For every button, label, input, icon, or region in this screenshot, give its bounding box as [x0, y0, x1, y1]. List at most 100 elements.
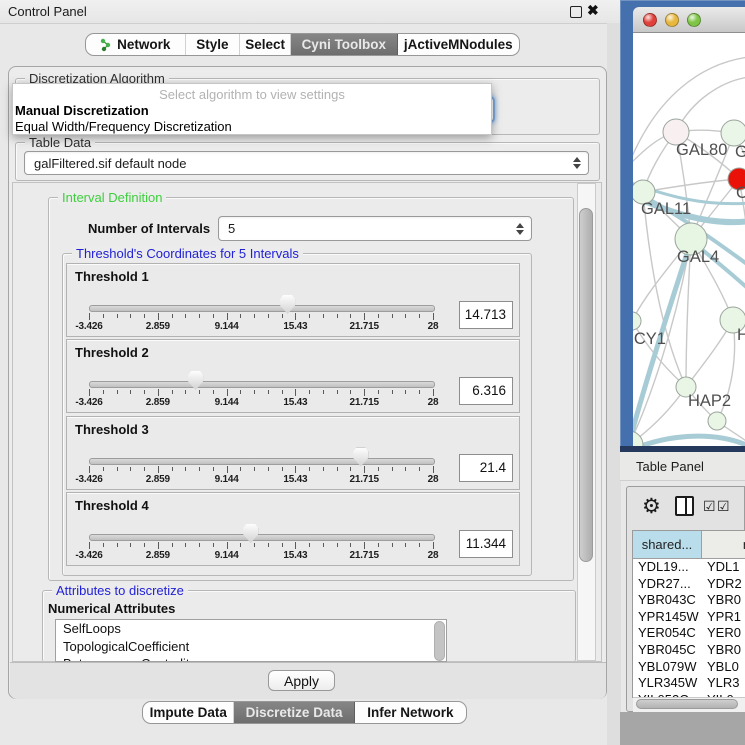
attribute-list-item[interactable]: TopologicalCoefficient [56, 638, 446, 656]
network-graph[interactable]: GAL80GACGAL11GAL4GCY1HHAP2 [633, 33, 745, 446]
numerical-attributes-list[interactable]: SelfLoopsTopologicalCoefficientBetweenne… [55, 619, 447, 662]
thresholds-group-title: Threshold's Coordinates for 5 Intervals [72, 246, 303, 261]
slider-tick [392, 467, 393, 471]
slider-tick [103, 390, 104, 394]
slider-tick-label: 9.144 [215, 474, 239, 485]
slider-tick [378, 314, 379, 318]
algorithm-option[interactable]: Manual Discretization [13, 102, 491, 118]
attributes-list-scrollbar-thumb[interactable] [434, 621, 445, 661]
slider-tick [130, 543, 131, 547]
settings-scrollbar-thumb[interactable] [579, 208, 593, 562]
network-node-GCY1[interactable] [633, 312, 641, 330]
table-row[interactable]: YER054CYER0 [633, 625, 745, 642]
slider-tick [295, 389, 296, 396]
tab-impute-data[interactable]: Impute Data [143, 702, 234, 723]
slider-tick [282, 543, 283, 547]
table-cell: YER0 [702, 625, 745, 642]
attribute-list-item[interactable]: SelfLoops [56, 620, 446, 638]
gear-icon[interactable]: ⚙ [642, 494, 661, 519]
network-node-small-node[interactable] [708, 412, 726, 430]
network-canvas[interactable]: GAL80GACGAL11GAL4GCY1HHAP2 [633, 33, 745, 446]
tab-style[interactable]: Style [186, 34, 241, 55]
threshold-value-field[interactable]: 21.4 [459, 454, 513, 482]
threshold-value-field[interactable]: 6.316 [459, 377, 513, 405]
number-of-intervals-combobox[interactable]: 5 [218, 216, 532, 241]
slider-tick [350, 314, 351, 318]
slider-tick [323, 543, 324, 547]
slider-tick [213, 390, 214, 394]
checkbox-icon[interactable]: ☑ [703, 498, 716, 515]
slider-tick [130, 467, 131, 471]
tab-network[interactable]: Network [86, 34, 186, 55]
slider-tick [405, 314, 406, 318]
tab-cyni-toolbox[interactable]: Cyni Toolbox [291, 34, 398, 55]
cyni-mode-tabs: Impute Data Discretize Data Infer Network [142, 701, 467, 724]
network-edge[interactable] [633, 436, 745, 446]
threshold-panel: Threshold 4-3.4262.8599.14415.4321.71528… [66, 492, 520, 566]
table-header-name[interactable]: n [702, 531, 745, 559]
slider-tick-label: -3.426 [75, 550, 102, 561]
slider-tick-label: 9.144 [215, 550, 239, 561]
tab-select[interactable]: Select [240, 34, 291, 55]
threshold-slider-track[interactable] [89, 305, 435, 312]
network-node-corner-node[interactable] [633, 431, 643, 446]
network-node-label: GAL4 [677, 248, 719, 266]
traffic-light-zoom-icon[interactable] [687, 13, 701, 27]
table-hscrollbar-thumb[interactable] [636, 699, 738, 709]
slider-tick [185, 314, 186, 318]
slider-tick-label: -3.426 [75, 321, 102, 332]
table-data-combobox[interactable]: galFiltered.sif default node [24, 151, 589, 175]
tab-label: Discretize Data [246, 705, 343, 720]
tab-label: Select [245, 37, 285, 52]
combo-arrows-icon [515, 223, 524, 235]
threshold-panel: Threshold 2-3.4262.8599.14415.4321.71528… [66, 339, 520, 413]
tab-discretize-data[interactable]: Discretize Data [234, 702, 354, 723]
slider-tick [433, 313, 434, 320]
panel-divider[interactable] [607, 23, 621, 745]
slider-tick-label: 21.715 [349, 397, 378, 408]
table-cell: YER054C [633, 625, 702, 642]
tab-infer-network[interactable]: Infer Network [355, 702, 466, 723]
slider-tick [240, 314, 241, 318]
traffic-light-close-icon[interactable] [643, 13, 657, 27]
screen: Control Panel ✖ NetworkStyleSelectCyni T… [0, 0, 745, 745]
threshold-slider-track[interactable] [89, 458, 435, 465]
slider-tick [392, 314, 393, 318]
network-edge[interactable] [643, 192, 686, 387]
table-row[interactable]: YDL19...YDL1 [633, 559, 745, 576]
slider-tick [364, 466, 365, 473]
slider-tick [213, 467, 214, 471]
apply-button[interactable]: Apply [268, 670, 335, 691]
table-row[interactable]: YBL079WYBL0 [633, 659, 745, 676]
table-row[interactable]: YLR345WYLR3 [633, 675, 745, 692]
slider-tick [433, 389, 434, 396]
table-row[interactable]: YPR145WYPR1 [633, 609, 745, 626]
split-columns-icon[interactable] [675, 496, 694, 516]
table-header-shared-name[interactable]: shared... [633, 531, 702, 559]
slider-tick-label: 2.859 [146, 397, 170, 408]
tab-jactivemnodules[interactable]: jActiveMNodules [398, 34, 519, 55]
node-table[interactable]: shared...n YDL19...YDL1YDR27...YDR2YBR04… [632, 530, 745, 698]
table-row[interactable]: YBR043CYBR0 [633, 592, 745, 609]
table-row[interactable]: YDR27...YDR2 [633, 576, 745, 593]
float-window-icon[interactable] [570, 6, 582, 18]
traffic-light-minimize-icon[interactable] [665, 13, 679, 27]
interval-definition-group-title: Interval Definition [58, 190, 166, 205]
threshold-value-field[interactable]: 11.344 [459, 530, 513, 558]
control-panel-tabs: NetworkStyle Select Cyni ToolboxjActiveMNo… [85, 33, 520, 56]
slider-tick [350, 390, 351, 394]
threshold-panel: Threshold 1-3.4262.8599.14415.4321.71528… [66, 263, 520, 337]
attribute-list-item[interactable]: BetweennessCentrality [56, 655, 446, 662]
threshold-value-field[interactable]: 14.713 [459, 301, 513, 329]
threshold-slider-track[interactable] [89, 534, 435, 541]
close-icon[interactable]: ✖ [587, 2, 599, 19]
algorithm-option[interactable]: Equal Width/Frequency Discretization [13, 118, 491, 134]
checkbox-icon[interactable]: ☑ [717, 498, 730, 515]
table-row[interactable]: YBR045CYBR0 [633, 642, 745, 659]
slider-tick [392, 390, 393, 394]
slider-tick [268, 543, 269, 547]
slider-tick-label: 21.715 [349, 321, 378, 332]
threshold-slider-track[interactable] [89, 381, 435, 388]
slider-tick [117, 314, 118, 318]
slider-tick [172, 467, 173, 471]
